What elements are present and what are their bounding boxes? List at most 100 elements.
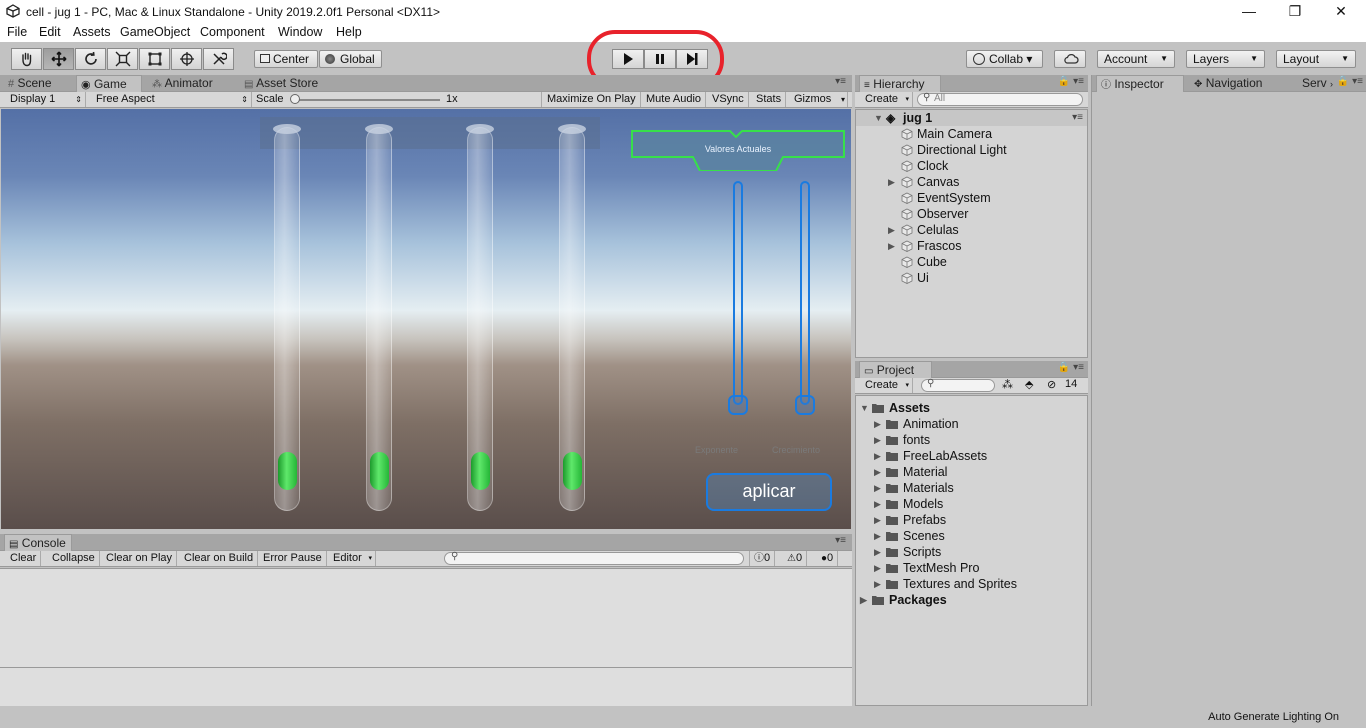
maximize-button[interactable]: ❐ [1272, 0, 1318, 23]
stats-toggle[interactable]: Stats [752, 92, 787, 107]
expand-arrow-icon[interactable]: ▶ [874, 528, 881, 544]
error-filter-toggle[interactable]: ●0 [817, 551, 839, 566]
exponent-slider-handle[interactable] [728, 395, 748, 415]
hierarchy-item[interactable]: Observer [856, 206, 1087, 222]
expand-arrow-icon[interactable]: ▶ [874, 432, 881, 448]
menu-file[interactable]: File [7, 25, 27, 39]
growth-slider-handle[interactable] [795, 395, 815, 415]
project-folder[interactable]: ▶ TextMesh Pro [856, 560, 1087, 576]
hierarchy-menu-icon[interactable]: ▾≡ [1073, 76, 1084, 87]
lock-icon[interactable]: 🔒 [1058, 76, 1070, 87]
minimize-button[interactable]: — [1226, 0, 1272, 23]
move-tool-button[interactable] [43, 48, 74, 70]
expand-arrow-icon[interactable]: ▶ [874, 512, 881, 528]
scene-row[interactable]: ▼ ◈ jug 1 ▾≡ [856, 110, 1087, 126]
tab-asset-store[interactable]: ▤ Asset Store [240, 75, 322, 92]
hierarchy-item[interactable]: Clock [856, 158, 1087, 174]
lock-icon[interactable]: 🔒 [1337, 76, 1349, 87]
expand-arrow-icon[interactable]: ▼ [874, 110, 883, 126]
mute-audio-toggle[interactable]: Mute Audio [642, 92, 707, 107]
tab-scene[interactable]: # Scene [4, 75, 56, 92]
expand-arrow-icon[interactable]: ▶ [874, 576, 881, 592]
editor-dropdown[interactable]: Editor ▾ [329, 551, 376, 566]
apply-button[interactable]: aplicar [706, 473, 832, 511]
hierarchy-item[interactable]: ▶ Frascos [856, 238, 1087, 254]
tab-game[interactable]: ◉ Game [76, 75, 142, 92]
hand-tool-button[interactable] [11, 48, 42, 70]
menu-gameobject[interactable]: GameObject [120, 25, 190, 39]
panel-menu-icon[interactable]: ▾≡ [835, 76, 846, 87]
collab-button[interactable]: Collab ▾ [966, 50, 1043, 68]
space-toggle-button[interactable]: Global [319, 50, 382, 68]
warning-filter-toggle[interactable]: ⚠0 [783, 551, 808, 566]
hierarchy-search-input[interactable]: ⚲ All [917, 92, 1083, 106]
tab-animator[interactable]: ⁂ Animator [148, 75, 217, 92]
project-folder[interactable]: ▶ Materials [856, 480, 1087, 496]
tab-console[interactable]: ▤ Console [4, 534, 72, 551]
display-dropdown[interactable]: Display 1 ⇕ [6, 92, 86, 107]
expand-arrow-icon[interactable]: ▶ [874, 544, 881, 560]
project-folder[interactable]: ▶ Prefabs [856, 512, 1087, 528]
menu-edit[interactable]: Edit [39, 25, 61, 39]
aspect-dropdown[interactable]: Free Aspect ⇕ [92, 92, 252, 107]
inspector-menu-icon[interactable]: ▾≡ [1352, 76, 1363, 87]
tab-project[interactable]: ▭ Project [859, 361, 932, 378]
hierarchy-item[interactable]: Cube [856, 254, 1087, 270]
project-search-input[interactable]: ⚲ [921, 378, 995, 392]
error-pause-toggle[interactable]: Error Pause [259, 551, 327, 566]
rotate-tool-button[interactable] [75, 48, 106, 70]
hierarchy-item[interactable]: ▶ Canvas [856, 174, 1087, 190]
tab-navigation[interactable]: ✥ Navigation [1190, 75, 1266, 92]
clear-on-play-toggle[interactable]: Clear on Play [102, 551, 178, 566]
console-clear-button[interactable]: Clear [6, 551, 42, 566]
project-folder[interactable]: ▶ Scenes [856, 528, 1087, 544]
project-create-dropdown[interactable]: Create ▾ [861, 378, 913, 393]
assets-root[interactable]: ▼ Assets [856, 400, 1087, 416]
hidden-packages-icon[interactable]: ⊘ [1047, 378, 1056, 391]
custom-tool-button[interactable] [203, 48, 234, 70]
console-log-area[interactable] [0, 568, 852, 706]
filter-by-label-icon[interactable]: ⬘ [1025, 378, 1033, 391]
tab-services[interactable]: Serv › [1298, 75, 1337, 92]
project-folder[interactable]: ▶ FreeLabAssets [856, 448, 1087, 464]
layers-dropdown[interactable]: Layers ▼ [1186, 50, 1265, 68]
scale-tool-button[interactable] [107, 48, 138, 70]
maximize-on-play-toggle[interactable]: Maximize On Play [543, 92, 641, 107]
lock-icon[interactable]: 🔒 [1058, 362, 1070, 373]
hierarchy-item[interactable]: EventSystem [856, 190, 1087, 206]
game-view[interactable]: Valores Actuales Exponente Crecimiento a… [1, 109, 851, 529]
scale-slider-track[interactable] [294, 99, 440, 101]
rect-tool-button[interactable] [139, 48, 170, 70]
expand-arrow-icon[interactable]: ▶ [888, 238, 895, 254]
pivot-toggle-button[interactable]: Center [254, 50, 318, 68]
project-folder[interactable]: ▶ Animation [856, 416, 1087, 432]
console-menu-icon[interactable]: ▾≡ [835, 535, 846, 546]
account-dropdown[interactable]: Account ▼ [1097, 50, 1175, 68]
project-menu-icon[interactable]: ▾≡ [1073, 362, 1084, 373]
cloud-button[interactable] [1054, 50, 1086, 68]
hierarchy-item[interactable]: ▶ Celulas [856, 222, 1087, 238]
vsync-toggle[interactable]: VSync [708, 92, 749, 107]
exponent-slider[interactable] [728, 181, 748, 415]
menu-assets[interactable]: Assets [73, 25, 111, 39]
project-folder[interactable]: ▶ Models [856, 496, 1087, 512]
scene-menu-icon[interactable]: ▾≡ [1072, 110, 1083, 126]
hierarchy-create-dropdown[interactable]: Create ▾ [861, 92, 913, 107]
expand-arrow-icon[interactable]: ▼ [860, 400, 869, 416]
project-folder[interactable]: ▶ fonts [856, 432, 1087, 448]
expand-arrow-icon[interactable]: ▶ [888, 174, 895, 190]
tab-hierarchy[interactable]: ≡ Hierarchy [859, 75, 941, 92]
hierarchy-item[interactable]: Ui [856, 270, 1087, 286]
expand-arrow-icon[interactable]: ▶ [874, 496, 881, 512]
project-folder[interactable]: ▶ Textures and Sprites [856, 576, 1087, 592]
expand-arrow-icon[interactable]: ▶ [874, 448, 881, 464]
close-button[interactable]: ✕ [1318, 0, 1364, 23]
menu-component[interactable]: Component [200, 25, 265, 39]
scale-slider-thumb[interactable] [290, 94, 300, 104]
project-folder[interactable]: ▶ Scripts [856, 544, 1087, 560]
console-search-input[interactable]: ⚲ [444, 551, 744, 565]
hierarchy-item[interactable]: Main Camera [856, 126, 1087, 142]
project-folder[interactable]: ▶ Material [856, 464, 1087, 480]
collapse-arrow-icon[interactable]: ▶ [860, 592, 867, 608]
tab-inspector[interactable]: ⓘ Inspector [1096, 75, 1184, 92]
